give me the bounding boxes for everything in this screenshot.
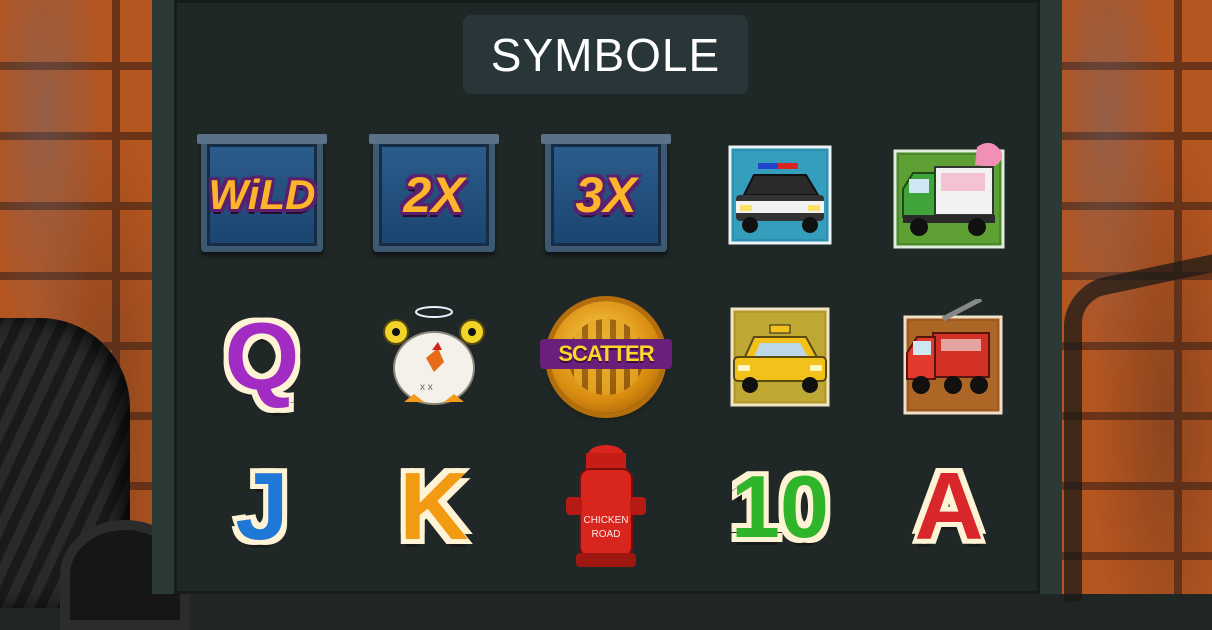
wild-label: WiLD: [208, 171, 316, 218]
chicken-icon: x x: [383, 306, 485, 405]
symbol-wild: WiLD: [197, 130, 327, 260]
number-ten: 10: [731, 457, 829, 556]
crate-icon: 2X: [369, 134, 499, 252]
crate-icon: 3X: [541, 134, 671, 252]
symbol-chicken: x x: [369, 292, 499, 422]
svg-text:ROAD: ROAD: [592, 529, 621, 540]
symbol-j: J: [197, 442, 327, 572]
symbol-taxi: [715, 292, 845, 422]
symbol-a: A: [884, 442, 1014, 572]
fire-hydrant-icon: CHICKEN ROAD: [566, 445, 646, 567]
crate-icon: WiLD: [197, 134, 327, 252]
letter-a: A: [914, 453, 984, 560]
taxi-icon: [730, 307, 830, 407]
letter-k: K: [399, 453, 469, 560]
manhole-coin-icon: SCATTER: [540, 301, 672, 413]
svg-text:x x: x x: [420, 382, 433, 393]
letter-j: J: [235, 453, 289, 560]
symbol-grid: WiLD 2X 3X Q x x SCATTER J K CHICKEN ROA…: [0, 0, 1212, 594]
symbol-police-car: [715, 130, 845, 260]
symbol-multiplier-2x: 2X: [369, 130, 499, 260]
symbol-fire-truck: [884, 292, 1014, 422]
symbol-fire-hydrant: CHICKEN ROAD: [541, 442, 671, 572]
fire-truck-icon: [903, 299, 1003, 415]
police-car-icon: [728, 145, 832, 245]
symbol-k: K: [369, 442, 499, 572]
symbol-scatter: SCATTER: [540, 292, 672, 422]
ice-cream-truck-icon: [893, 142, 1005, 249]
multiplier-3x-label: 3X: [575, 167, 637, 223]
symbol-ice-cream-truck: [884, 130, 1014, 260]
symbol-ten: 10: [715, 442, 845, 572]
symbol-multiplier-3x: 3X: [541, 130, 671, 260]
scatter-label: SCATTER: [540, 339, 672, 369]
svg-text:CHICKEN: CHICKEN: [583, 515, 628, 526]
letter-q: Q: [224, 303, 300, 410]
multiplier-2x-label: 2X: [403, 167, 465, 223]
symbol-q: Q: [197, 292, 327, 422]
